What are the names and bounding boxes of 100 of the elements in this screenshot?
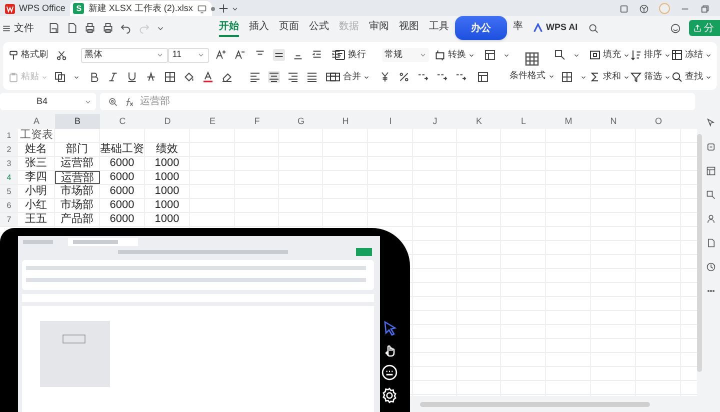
gear-icon[interactable]	[381, 387, 398, 404]
currency-icon[interactable]	[378, 71, 390, 83]
window-icon[interactable]	[619, 4, 629, 14]
table-cell[interactable]: 运营部	[55, 157, 100, 170]
distribute-icon[interactable]	[325, 71, 338, 83]
table-cell[interactable]: 市场部	[55, 199, 100, 212]
menu-icon[interactable]	[2, 24, 11, 32]
document-tab[interactable]: S 新建 XLSX 工作表 (2).xlsx	[70, 1, 212, 16]
table-cell[interactable]: 工资表	[18, 129, 55, 142]
find-button[interactable]: 查找	[671, 70, 712, 84]
row-header[interactable]: 3	[0, 157, 18, 170]
new-tab-icon[interactable]	[218, 3, 230, 14]
row-header[interactable]: 2	[0, 143, 18, 156]
table-cell[interactable]: 产品部	[55, 213, 100, 226]
table-format-icon[interactable]	[477, 71, 490, 83]
column-header[interactable]: N	[591, 114, 636, 129]
fill-color-icon[interactable]	[183, 71, 195, 83]
share-icon[interactable]	[693, 24, 702, 32]
table-cell[interactable]: 6000	[100, 185, 145, 198]
table-cell[interactable]: 1000	[145, 185, 190, 198]
column-header[interactable]: O	[636, 114, 681, 129]
caret-icon[interactable]	[363, 74, 370, 80]
format-painter-button[interactable]: 格式刷	[8, 48, 48, 62]
name-box[interactable]: B4	[0, 93, 96, 110]
table-cell[interactable]: 小明	[18, 185, 55, 198]
merge-icon[interactable]	[329, 71, 342, 83]
table-cell[interactable]: 6000	[100, 171, 145, 184]
row-header[interactable]: 5	[0, 185, 18, 198]
fill-button[interactable]: 填充	[588, 48, 630, 62]
ribbon-tab[interactable]: 率	[513, 19, 523, 37]
caret-icon[interactable]	[622, 52, 630, 58]
ribbon-tab[interactable]: 页面	[279, 19, 299, 37]
wrap-text-button[interactable]: 换行	[334, 48, 382, 62]
number-format-dropdown[interactable]: 常规	[382, 48, 429, 62]
history-icon[interactable]	[706, 262, 716, 272]
cursor-icon[interactable]	[382, 320, 398, 336]
align-center-icon[interactable]	[268, 71, 280, 83]
table-cell[interactable]: 1000	[145, 171, 190, 184]
font-size-dropdown[interactable]: 11	[168, 48, 210, 62]
table-cell[interactable]: 张三	[18, 157, 55, 170]
row-header[interactable]: 6	[0, 199, 18, 212]
ribbon-tab[interactable]: 视图	[399, 19, 419, 37]
table-icon[interactable]	[706, 166, 716, 176]
column-header[interactable]: J	[413, 114, 457, 129]
table-cell[interactable]: 运营部	[55, 171, 100, 184]
align-right-icon[interactable]	[287, 71, 300, 83]
sum-button[interactable]: 求和	[589, 70, 630, 84]
fill-icon[interactable]	[588, 49, 601, 61]
table-cell[interactable]: 1000	[145, 213, 190, 226]
caret-icon[interactable]	[468, 52, 475, 58]
skin-icon[interactable]	[639, 4, 649, 14]
undo-icon[interactable]	[120, 22, 132, 34]
column-header[interactable]: G	[279, 114, 323, 129]
horizontal-scrollbar[interactable]	[420, 402, 650, 406]
function-icon[interactable]	[124, 96, 134, 106]
table-cell[interactable]: 绩效	[145, 143, 190, 156]
caret-icon[interactable]	[623, 74, 630, 80]
sum-icon[interactable]	[589, 71, 601, 83]
brush-icon[interactable]	[8, 50, 19, 60]
cell-style-icon[interactable]	[554, 49, 566, 61]
freeze-icon[interactable]	[670, 49, 683, 61]
ribbon-tab[interactable]: 插入	[249, 19, 269, 37]
conditional-format-icon[interactable]	[524, 51, 540, 68]
italic-icon[interactable]	[107, 71, 119, 83]
table-cell[interactable]: 6000	[100, 157, 145, 170]
filter-button[interactable]: 筛选	[630, 70, 671, 84]
column-header[interactable]: F	[235, 114, 279, 129]
column-header[interactable]: C	[100, 114, 145, 129]
cell-border-icon[interactable]	[560, 71, 573, 83]
caret-icon[interactable]	[664, 74, 671, 80]
search-icon[interactable]	[588, 22, 599, 34]
caret-icon[interactable]	[73, 74, 80, 80]
save-icon[interactable]	[48, 22, 60, 34]
font-name-dropdown[interactable]: 黑体	[80, 48, 168, 62]
cut-icon[interactable]	[56, 50, 67, 60]
row-header[interactable]: 1	[0, 129, 18, 142]
decrease-font-icon[interactable]	[234, 49, 246, 61]
border-icon[interactable]	[164, 71, 176, 83]
column-header[interactable]: M	[546, 114, 591, 129]
ribbon-tab[interactable]: 工具	[429, 19, 449, 37]
convert-icon[interactable]	[434, 49, 446, 61]
increase-font-icon[interactable]	[215, 49, 228, 61]
filter-icon[interactable]	[630, 71, 642, 83]
row-col-icon[interactable]	[484, 49, 496, 61]
ribbon-tab[interactable]: 公式	[309, 19, 329, 37]
print-icon[interactable]	[84, 22, 96, 34]
caret-icon[interactable]	[580, 74, 587, 80]
style-icon[interactable]	[706, 190, 716, 200]
table-cell[interactable]: 1000	[145, 157, 190, 170]
row-header[interactable]: 7	[0, 213, 18, 226]
copy-icon[interactable]	[54, 71, 66, 83]
wps-ai-button[interactable]: WPS AI	[533, 21, 578, 35]
column-header[interactable]: L	[501, 114, 546, 129]
conditional-format-button[interactable]: 条件格式	[510, 69, 555, 83]
restore-icon[interactable]	[700, 4, 710, 14]
column-header[interactable]: B	[55, 114, 100, 129]
formula-input[interactable]: 运营部	[140, 94, 170, 109]
strikethrough-icon[interactable]	[145, 71, 157, 83]
table-cell[interactable]: 6000	[100, 213, 145, 226]
table-cell[interactable]: 市场部	[55, 185, 100, 198]
